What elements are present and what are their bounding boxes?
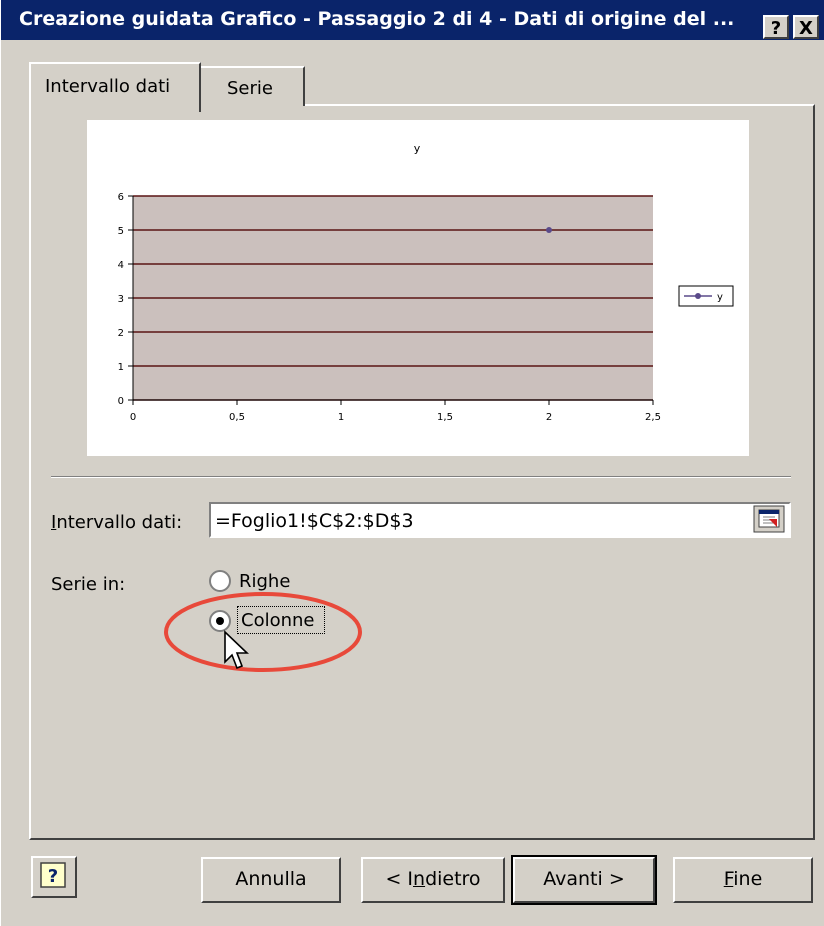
y-tick-label-1: 1 [118,362,124,373]
y-tick-label-3: 3 [118,294,124,305]
x-tick-label-5: 2,5 [645,412,661,423]
chart-title: y [414,142,421,155]
series-in-label: Serie in: [51,574,126,595]
chart-wizard-dialog: Creazione guidata Grafico - Passaggio 2 … [0,0,824,926]
finish-button-rest: ine [733,868,763,890]
collapse-dialog-icon [753,505,785,533]
x-tick-label-1: 0,5 [229,412,245,423]
x-tick-label-3: 1,5 [437,412,453,423]
title-help-button[interactable]: ? [763,15,789,39]
back-button-rest: dietro [425,868,481,890]
tab-intervallo-dati[interactable]: Intervallo dati [29,62,201,112]
x-tick-label-4: 2 [546,412,552,423]
tab-serie[interactable]: Serie [201,66,305,106]
back-button[interactable]: < Indietro [361,857,505,903]
finish-button[interactable]: Fine [673,857,813,903]
title-close-button[interactable]: X [793,15,819,39]
legend-label: y [717,292,723,303]
help-button[interactable]: ? [31,856,77,898]
back-button-prefix: < I [385,868,414,890]
y-tick-label-4: 4 [118,260,124,271]
legend-marker [695,293,701,299]
window-title: Creazione guidata Grafico - Passaggio 2 … [19,8,735,30]
y-tick-label-2: 2 [118,328,124,339]
svg-text:?: ? [48,866,58,887]
y-tick-label-5: 5 [118,226,124,237]
collapse-dialog-button[interactable] [753,505,785,533]
data-range-input[interactable]: =Foglio1!$C$2:$D$3 [209,502,791,538]
data-range-label: Intervallo dati: [51,512,182,533]
data-point-0-0 [546,227,552,233]
back-button-accel: n [413,868,426,890]
mouse-cursor-icon [224,630,249,670]
chart-preview: y 0 1 2 3 4 5 6 0 0,5 1 1,5 2 2,5 y [87,120,749,456]
finish-button-accel: F [723,868,734,890]
separator [51,476,791,478]
title-bar[interactable]: Creazione guidata Grafico - Passaggio 2 … [1,0,824,40]
data-range-label-text: ntervallo dati: [56,512,183,533]
y-tick-label-0: 0 [118,396,124,407]
x-tick-label-2: 1 [338,412,344,423]
next-button[interactable]: Avanti > [511,855,657,905]
cancel-button[interactable]: Annulla [201,857,341,903]
help-icon: ? [40,862,66,888]
chart-svg: y 0 1 2 3 4 5 6 0 0,5 1 1,5 2 2,5 y [118,142,734,423]
y-tick-label-6: 6 [118,192,124,203]
highlight-ellipse [164,592,362,672]
x-tick-label-0: 0 [130,412,136,423]
